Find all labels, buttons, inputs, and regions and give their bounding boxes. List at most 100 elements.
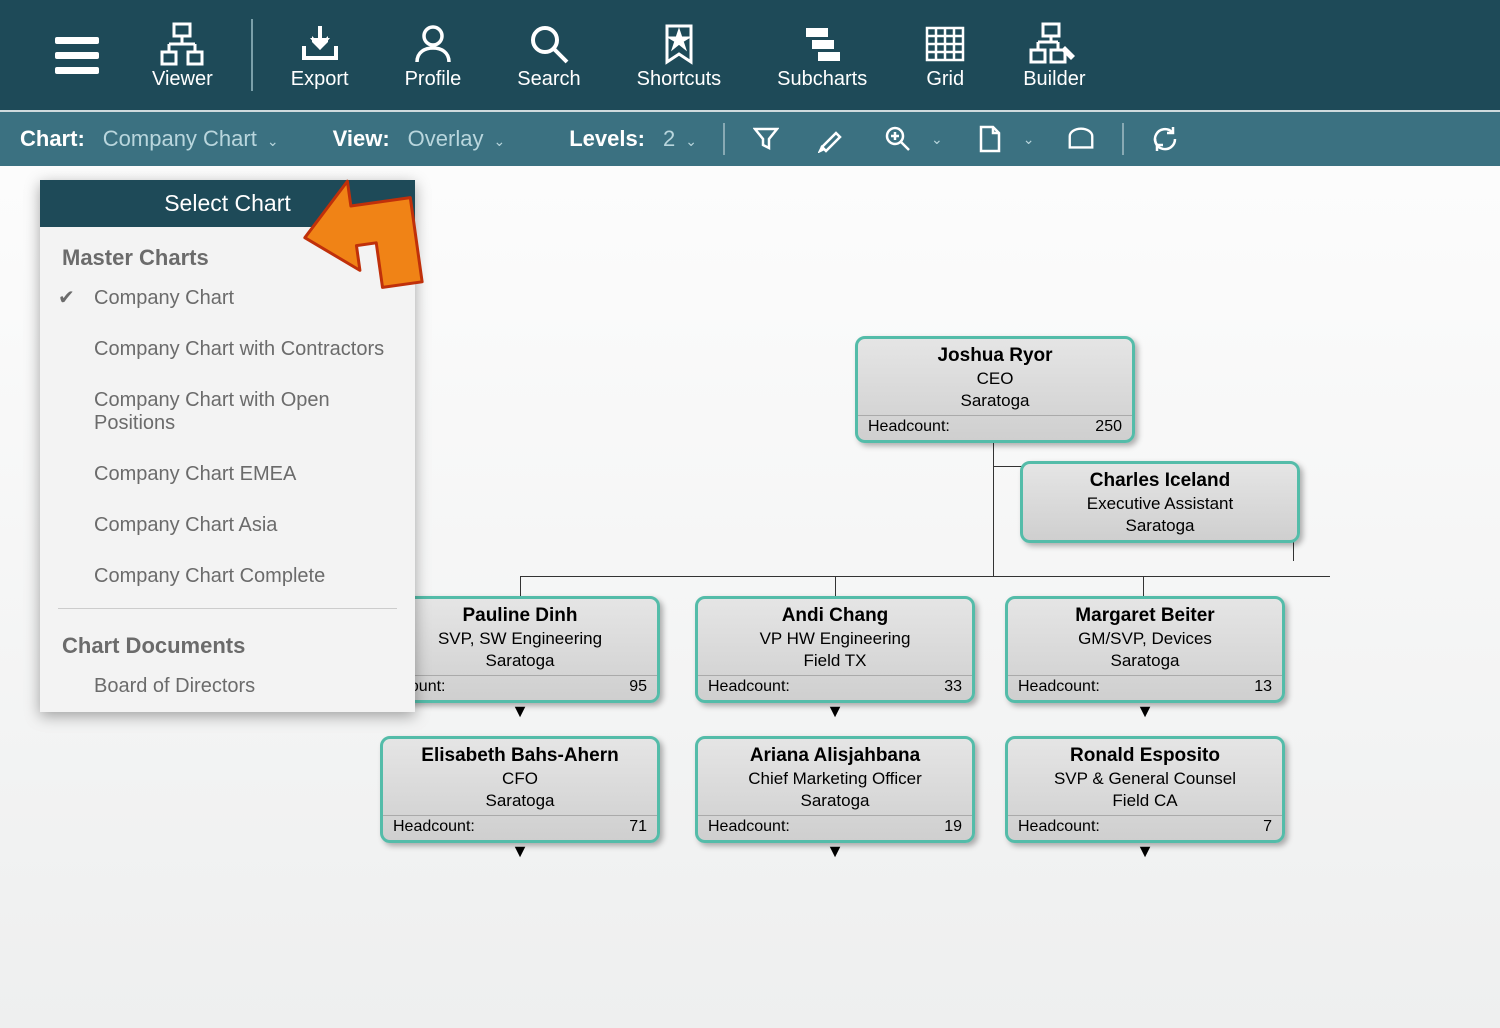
chart-option-complete[interactable]: Company Chart Complete [40,551,415,602]
dropdown-divider [58,608,397,609]
org-node[interactable]: Elisabeth Bahs-Ahern CFO Saratoga Headco… [380,736,660,843]
levels-label: Levels: [569,126,645,152]
org-node[interactable]: Andi Chang VP HW Engineering Field TX He… [695,596,975,703]
subcharts-label: Subcharts [777,68,867,91]
subcharts-icon [800,20,844,68]
org-location: Saratoga [1008,651,1282,675]
org-headcount: Headcount: 7 [1008,815,1282,840]
org-title: VP HW Engineering [698,627,972,651]
org-name: Ariana Alisjahbana [698,739,972,767]
menu-button[interactable] [30,37,124,74]
org-name: Margaret Beiter [1008,599,1282,627]
org-title: Chief Marketing Officer [698,767,972,791]
headcount-label: Headcount: [1018,818,1100,836]
expand-down-icon[interactable]: ▼ [511,701,529,722]
headcount-value: 19 [944,818,962,836]
toolbar-divider [251,19,253,91]
profile-icon [411,20,455,68]
shortcuts-label: Shortcuts [637,68,721,91]
headcount-label: Headcount: [868,418,950,436]
org-node[interactable]: Ronald Esposito SVP & General Counsel Fi… [1005,736,1285,843]
page-button[interactable] [975,124,1005,154]
builder-icon [1029,20,1079,68]
org-node[interactable]: Margaret Beiter GM/SVP, Devices Saratoga… [1005,596,1285,703]
shortcuts-button[interactable]: Shortcuts [609,0,749,110]
headcount-label: Headcount: [1018,678,1100,696]
view-label: View: [333,126,390,152]
filter-button[interactable] [751,124,781,154]
viewer-icon [158,20,206,68]
org-location: Field CA [1008,791,1282,815]
org-node[interactable]: Ariana Alisjahbana Chief Marketing Offic… [695,736,975,843]
headcount-label: Headcount: [708,818,790,836]
org-name: Joshua Ryor [858,339,1132,367]
headcount-value: 33 [944,678,962,696]
subcharts-button[interactable]: Subcharts [749,0,895,110]
export-button[interactable]: Export [263,0,377,110]
top-toolbar: Viewer Export Profile [0,0,1500,112]
levels-selector[interactable]: 2 ⌄ [663,126,697,152]
headcount-label: Headcount: [393,818,475,836]
export-icon [298,20,342,68]
org-node-assistant[interactable]: Charles Iceland Executive Assistant Sara… [1020,461,1300,543]
refresh-button[interactable] [1150,124,1180,154]
org-node[interactable]: Pauline Dinh SVP, SW Engineering Saratog… [380,596,660,703]
profile-button[interactable]: Profile [377,0,490,110]
grid-button[interactable]: Grid [895,0,995,110]
viewer-button[interactable]: Viewer [124,0,241,110]
headcount-value: 250 [1095,418,1122,436]
headcount-value: 95 [629,678,647,696]
org-headcount: Headcount: 250 [858,415,1132,440]
search-icon [527,20,571,68]
org-headcount: Headcount: 19 [698,815,972,840]
grid-label: Grid [926,68,964,91]
headcount-value: 71 [629,818,647,836]
chevron-down-icon: ⌄ [493,133,505,150]
grid-icon [923,20,967,68]
org-headcount: dcount: 95 [383,675,657,700]
org-location: Saratoga [698,791,972,815]
highlight-button[interactable] [817,124,847,154]
chart-option-contractors[interactable]: Company Chart with Contractors [40,324,415,375]
expand-down-icon[interactable]: ▼ [1136,841,1154,862]
viewer-label: Viewer [152,68,213,91]
chart-option-asia[interactable]: Company Chart Asia [40,500,415,551]
view-selector[interactable]: Overlay ⌄ [408,126,506,152]
expand-down-icon[interactable]: ▼ [511,841,529,862]
org-location: Field TX [698,651,972,675]
chart-option-open-positions[interactable]: Company Chart with Open Positions [40,375,415,449]
org-node-ceo[interactable]: Joshua Ryor CEO Saratoga Headcount: 250 [855,336,1135,443]
expand-down-icon[interactable]: ▼ [826,841,844,862]
org-name: Elisabeth Bahs-Ahern [383,739,657,767]
org-headcount: Headcount: 33 [698,675,972,700]
expand-down-icon[interactable]: ▼ [826,701,844,722]
secondary-divider [723,123,725,155]
org-name: Charles Iceland [1023,464,1297,492]
chart-option-board[interactable]: Board of Directors [40,661,415,712]
view-selector-value: Overlay [408,126,484,152]
chevron-down-icon: ⌄ [931,131,943,148]
secondary-toolbar: Chart: Company Chart ⌄ View: Overlay ⌄ L… [0,112,1500,166]
chevron-down-icon: ⌄ [267,133,279,150]
chart-selector[interactable]: Company Chart ⌄ [103,126,279,152]
org-location: Saratoga [383,651,657,675]
builder-label: Builder [1023,68,1085,91]
chart-selector-value: Company Chart [103,126,257,152]
org-title: SVP & General Counsel [1008,767,1282,791]
builder-button[interactable]: Builder [995,0,1113,110]
expand-down-icon[interactable]: ▼ [1136,701,1154,722]
headcount-label: Headcount: [708,678,790,696]
org-headcount: Headcount: 13 [1008,675,1282,700]
org-title: CFO [383,767,657,791]
select-chart-dropdown: Select Chart Master Charts Company Chart… [40,180,415,712]
org-name: Ronald Esposito [1008,739,1282,767]
org-headcount: Headcount: 71 [383,815,657,840]
dropdown-section-master: Master Charts [40,227,415,273]
zoom-button[interactable] [883,124,913,154]
search-button[interactable]: Search [489,0,608,110]
headcount-value: 13 [1254,678,1272,696]
bread-button[interactable] [1066,124,1096,154]
chart-option-emea[interactable]: Company Chart EMEA [40,449,415,500]
dropdown-header: Select Chart [40,180,415,227]
chart-option-company-chart[interactable]: Company Chart [40,273,415,324]
